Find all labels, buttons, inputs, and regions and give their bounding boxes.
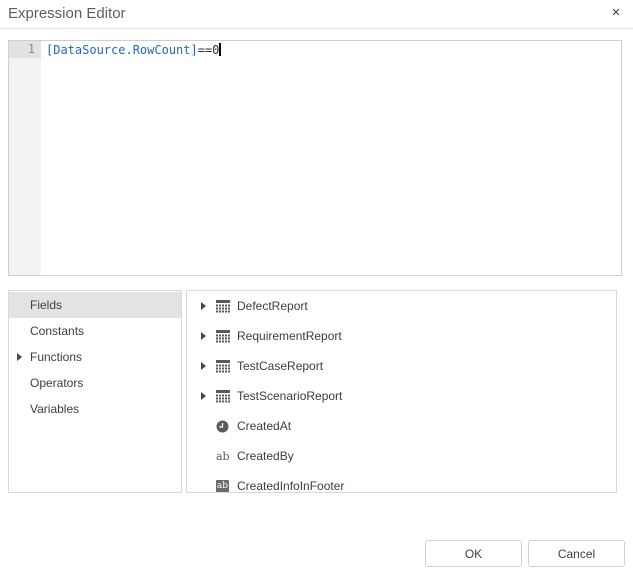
expression-editor-dialog: Expression Editor × 1 [DataSource.RowCou… [0,0,633,577]
tree-item-label: TestScenarioReport [237,389,342,403]
tree-item-label: DefectReport [237,299,308,313]
expression-code-line[interactable]: [DataSource.RowCount]==0 [46,42,221,59]
category-label: Operators [30,376,83,390]
expression-code-editor[interactable]: 1 [DataSource.RowCount]==0 [8,40,622,276]
tree-item-label: CreatedAt [237,419,291,433]
expand-arrow-icon[interactable] [201,362,206,370]
tree-item-label: TestCaseReport [237,359,323,373]
expand-arrow-icon[interactable] [201,392,206,400]
close-icon[interactable]: × [606,3,626,23]
table-icon [216,300,237,313]
tree-item-createdby[interactable]: ab CreatedBy [187,441,616,471]
code-field-token: [DataSource.RowCount] [46,43,198,57]
table-icon [216,330,237,343]
table-icon [216,360,237,373]
tree-item-label: RequirementReport [237,329,342,343]
datetime-icon [216,420,237,433]
expand-arrow-icon[interactable] [17,353,22,361]
category-label: Functions [30,350,82,364]
text-caret [219,43,221,56]
tree-item-label: CreatedInfoInFooter [237,479,344,493]
category-label: Variables [30,402,79,416]
dialog-titlebar: Expression Editor × [0,0,633,29]
cancel-button[interactable]: Cancel [528,540,625,567]
tree-item-label: CreatedBy [237,449,294,463]
expand-arrow-icon[interactable] [201,302,206,310]
tree-item-defectreport[interactable]: DefectReport [187,291,616,321]
category-list: Fields Constants Functions Operators Var… [8,290,182,493]
ok-button[interactable]: OK [425,540,522,567]
editor-line-number-gutter: 1 [9,41,41,275]
string-box-icon: ab [216,480,229,493]
category-item-constants[interactable]: Constants [9,318,181,344]
dialog-title: Expression Editor [8,5,126,22]
expand-arrow-icon[interactable] [201,332,206,340]
tree-item-requirementreport[interactable]: RequirementReport [187,321,616,351]
tree-item-createdat[interactable]: CreatedAt [187,411,616,441]
category-item-functions[interactable]: Functions [9,344,181,370]
line-number: 1 [9,41,41,58]
category-label: Fields [30,298,62,312]
fields-tree: DefectReport RequirementReport TestCaseR… [186,290,617,493]
table-icon [216,390,237,403]
code-operator-token: ==0 [198,43,220,57]
tree-item-createdinfoinfooter[interactable]: ab CreatedInfoInFooter [187,471,616,493]
category-item-fields[interactable]: Fields [9,292,181,318]
category-item-operators[interactable]: Operators [9,370,181,396]
tree-item-testscenarioreport[interactable]: TestScenarioReport [187,381,616,411]
string-icon: ab [216,451,230,462]
tree-item-testcasereport[interactable]: TestCaseReport [187,351,616,381]
category-item-variables[interactable]: Variables [9,396,181,422]
category-label: Constants [30,324,84,338]
